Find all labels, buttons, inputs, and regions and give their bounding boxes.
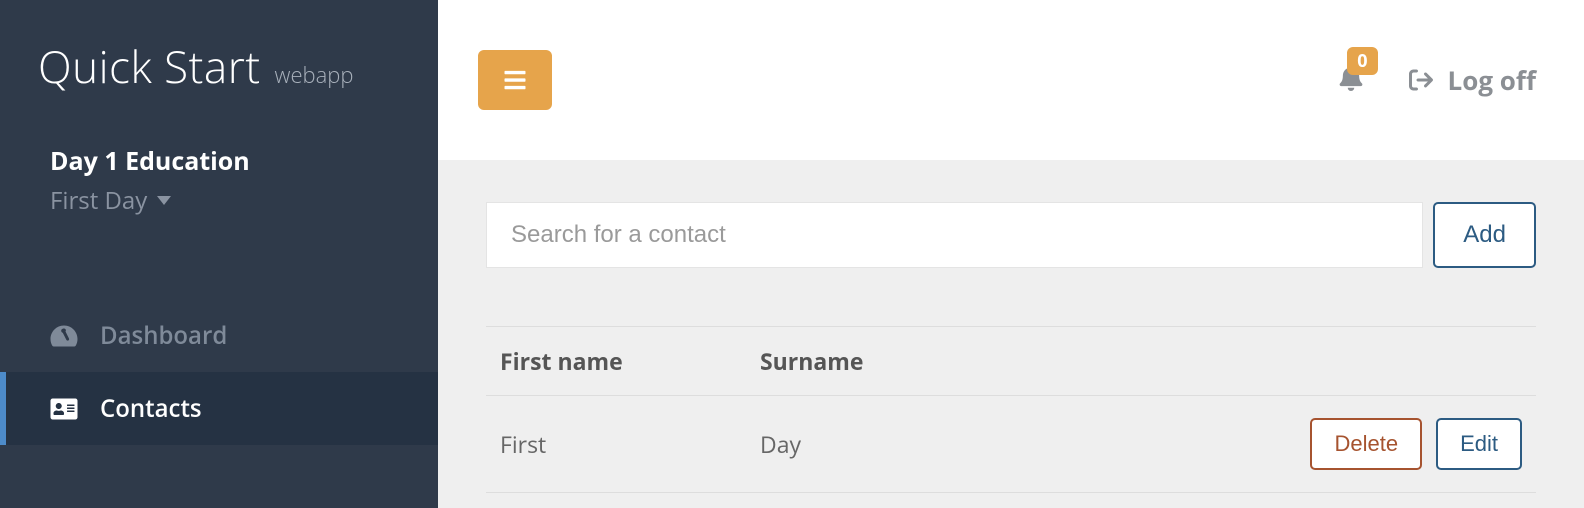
sidebar-item-label: Contacts [100,392,202,425]
brand-sub: webapp [275,60,354,90]
topbar-left [478,50,552,110]
org-block: Day 1 Education First Day [0,120,438,249]
col-header-actions [1282,345,1522,377]
topbar-right: 0 Log off [1338,62,1536,98]
bars-icon [501,68,529,92]
sidebar-item-label: Dashboard [100,319,227,352]
address-card-icon [50,397,78,421]
dashboard-icon [50,324,78,348]
add-button[interactable]: Add [1433,202,1536,268]
cell-actions: Delete Edit [1282,418,1522,470]
sidebar-item-contacts[interactable]: Contacts [0,372,438,445]
col-header-surname: Surname [760,345,1282,377]
table-header: First name Surname [486,326,1536,396]
notifications-button[interactable]: 0 [1338,65,1364,96]
caret-down-icon [157,196,171,205]
org-switcher-label: First Day [50,184,147,217]
hamburger-button[interactable] [478,50,552,110]
delete-button[interactable]: Delete [1310,418,1422,470]
logoff-label: Log off [1448,62,1536,98]
edit-button[interactable]: Edit [1436,418,1522,470]
col-header-firstname: First name [500,345,760,377]
search-input[interactable] [486,202,1423,268]
sign-out-icon [1408,68,1434,92]
table-row: First Day Delete Edit [486,396,1536,493]
cell-firstname: First [500,428,760,460]
org-title: Day 1 Education [50,144,388,178]
sidebar: Quick Start webapp Day 1 Education First… [0,0,438,508]
sidebar-nav: Dashboard Contacts [0,299,438,445]
brand-main: Quick Start [38,36,261,96]
topbar: 0 Log off [438,0,1584,160]
main: 0 Log off Add First name Surname First D… [438,0,1584,508]
content: Add First name Surname First Day Delete … [438,160,1584,493]
logoff-button[interactable]: Log off [1408,62,1536,98]
contacts-table: First name Surname First Day Delete Edit [486,326,1536,493]
brand: Quick Start webapp [0,0,438,120]
cell-surname: Day [760,428,1282,460]
search-row: Add [486,202,1536,268]
org-switcher[interactable]: First Day [50,184,171,217]
sidebar-item-dashboard[interactable]: Dashboard [0,299,438,372]
notifications-badge: 0 [1347,47,1377,75]
